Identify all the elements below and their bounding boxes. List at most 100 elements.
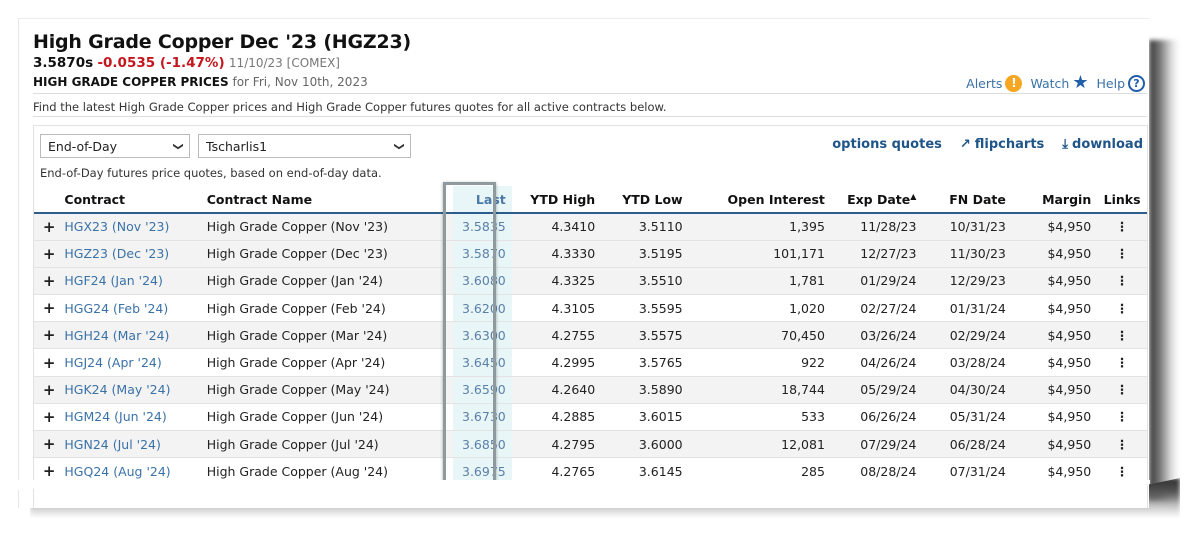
divider xyxy=(33,116,1147,117)
expand-row-icon[interactable]: + xyxy=(34,295,58,322)
column-header-links: Links xyxy=(1097,186,1147,213)
ytd-low-cell: 3.5765 xyxy=(601,349,688,376)
column-header-fn-date[interactable]: FN Date xyxy=(922,186,1011,213)
fn-date-cell: 10/31/23 xyxy=(922,213,1011,240)
contract-link[interactable]: HGK24 (May '24) xyxy=(58,376,200,403)
watch-link[interactable]: Watch ★ xyxy=(1030,74,1088,92)
alerts-link[interactable]: Alerts ! xyxy=(966,75,1022,92)
contract-link[interactable]: HGN24 (Jul '24) xyxy=(58,431,200,458)
table-row: + HGZ23 (Dec '23) High Grade Copper (Dec… xyxy=(34,240,1147,267)
more-options-icon[interactable]: ⋮ xyxy=(1097,295,1147,322)
sort-asc-icon: ▲ xyxy=(910,192,916,201)
options-quotes-label: options quotes xyxy=(832,137,942,152)
exp-date-cell: 02/27/24 xyxy=(831,295,922,322)
exp-date-cell: 01/29/24 xyxy=(831,267,922,294)
page-shadow-right xyxy=(1149,40,1179,500)
watchlist-select[interactable]: Tscharlis1 ❯ xyxy=(198,134,411,158)
open-interest-cell: 70,450 xyxy=(689,322,831,349)
last-price-cell: 3.6080 xyxy=(453,267,512,294)
page-description: Find the latest High Grade Copper prices… xyxy=(33,100,667,114)
contract-link[interactable]: HGZ23 (Dec '23) xyxy=(58,240,200,267)
column-header-ytd-low[interactable]: YTD Low xyxy=(601,186,688,213)
exp-date-label: Exp Date xyxy=(847,192,910,207)
ytd-high-cell: 4.3410 xyxy=(512,213,601,240)
expand-row-icon[interactable]: + xyxy=(34,403,58,430)
margin-cell: $4,950 xyxy=(1012,376,1097,403)
star-icon: ★ xyxy=(1072,74,1088,92)
more-options-icon[interactable]: ⋮ xyxy=(1097,267,1147,294)
help-link[interactable]: Help ? xyxy=(1097,75,1146,92)
more-options-icon[interactable]: ⋮ xyxy=(1097,349,1147,376)
more-options-icon[interactable]: ⋮ xyxy=(1097,403,1147,430)
more-options-icon[interactable]: ⋮ xyxy=(1097,322,1147,349)
prices-heading: HIGH GRADE COPPER PRICES for Fri, Nov 10… xyxy=(33,75,368,89)
contract-link[interactable]: HGM24 (Jun '24) xyxy=(58,403,200,430)
contract-name: High Grade Copper (May '24) xyxy=(201,376,453,403)
more-options-icon[interactable]: ⋮ xyxy=(1097,431,1147,458)
fn-date-cell: 01/31/24 xyxy=(922,295,1011,322)
flipcharts-link[interactable]: ↗flipcharts xyxy=(960,137,1044,152)
ytd-high-cell: 4.2885 xyxy=(512,403,601,430)
more-options-icon[interactable]: ⋮ xyxy=(1097,213,1147,240)
expand-row-icon[interactable]: + xyxy=(34,213,58,240)
table-row: + HGJ24 (Apr '24) High Grade Copper (Apr… xyxy=(34,349,1147,376)
expand-row-icon[interactable]: + xyxy=(34,240,58,267)
expand-row-icon[interactable]: + xyxy=(34,267,58,294)
margin-cell: $4,950 xyxy=(1012,213,1097,240)
last-price-cell: 3.5835 xyxy=(453,213,512,240)
expand-row-icon[interactable]: + xyxy=(34,376,58,403)
more-options-icon[interactable]: ⋮ xyxy=(1097,240,1147,267)
divider xyxy=(33,93,1147,94)
margin-cell: $4,950 xyxy=(1012,322,1097,349)
contract-name: High Grade Copper (Jan '24) xyxy=(201,267,453,294)
fn-date-cell: 02/29/24 xyxy=(922,322,1011,349)
expand-row-icon[interactable]: + xyxy=(34,322,58,349)
quotes-table: Contract Contract Name Last YTD High YTD… xyxy=(34,186,1147,485)
quote-line: 3.5870s -0.0535 (-1.47%) 11/10/23 [COMEX… xyxy=(33,55,340,71)
help-icon: ? xyxy=(1128,75,1145,92)
exp-date-cell: 04/26/24 xyxy=(831,349,922,376)
watchlist-select-value: Tscharlis1 xyxy=(206,139,267,154)
expand-row-icon[interactable]: + xyxy=(34,349,58,376)
view-select[interactable]: End-of-Day ❯ xyxy=(40,134,190,158)
options-quotes-link[interactable]: options quotes xyxy=(832,137,942,152)
flipcharts-label: flipcharts xyxy=(975,137,1045,152)
table-row: + HGF24 (Jan '24) High Grade Copper (Jan… xyxy=(34,267,1147,294)
open-interest-cell: 533 xyxy=(689,403,831,430)
download-link[interactable]: ⤓download xyxy=(1062,137,1143,152)
data-note: End-of-Day futures price quotes, based o… xyxy=(40,166,382,180)
expand-row-icon[interactable]: + xyxy=(34,431,58,458)
last-price-cell: 3.5870 xyxy=(453,240,512,267)
table-row: + HGM24 (Jun '24) High Grade Copper (Jun… xyxy=(34,403,1147,430)
contract-link[interactable]: HGG24 (Feb '24) xyxy=(58,295,200,322)
column-header-contract[interactable]: Contract xyxy=(58,186,200,213)
column-header-contract-name[interactable]: Contract Name xyxy=(201,186,453,213)
column-header-open-interest[interactable]: Open Interest xyxy=(689,186,831,213)
contract-name: High Grade Copper (Apr '24) xyxy=(201,349,453,376)
column-header-exp-date[interactable]: Exp Date▲ xyxy=(831,186,922,213)
ytd-high-cell: 4.2755 xyxy=(512,322,601,349)
last-price-cell: 3.6450 xyxy=(453,349,512,376)
contract-link[interactable]: HGX23 (Nov '23) xyxy=(58,213,200,240)
contract-link[interactable]: HGF24 (Jan '24) xyxy=(58,267,200,294)
ytd-high-cell: 4.2995 xyxy=(512,349,601,376)
column-header-ytd-high[interactable]: YTD High xyxy=(512,186,601,213)
view-select-value: End-of-Day xyxy=(48,139,117,154)
more-options-icon[interactable]: ⋮ xyxy=(1097,376,1147,403)
margin-cell: $4,950 xyxy=(1012,349,1097,376)
prices-label: HIGH GRADE COPPER PRICES xyxy=(33,75,229,89)
column-header-last[interactable]: Last xyxy=(453,186,512,213)
exp-date-cell: 12/27/23 xyxy=(831,240,922,267)
last-price-cell: 3.6850 xyxy=(453,431,512,458)
column-header-margin[interactable]: Margin xyxy=(1012,186,1097,213)
table-actions: options quotes ↗flipcharts ⤓download xyxy=(832,137,1143,152)
fn-date-cell: 05/31/24 xyxy=(922,403,1011,430)
contract-name: High Grade Copper (Jul '24) xyxy=(201,431,453,458)
quotes-panel: End-of-Day ❯ Tscharlis1 ❯ End-of-Day fut… xyxy=(33,125,1148,508)
exp-date-cell: 11/28/23 xyxy=(831,213,922,240)
contract-link[interactable]: HGH24 (Mar '24) xyxy=(58,322,200,349)
download-label: download xyxy=(1072,137,1143,152)
margin-cell: $4,950 xyxy=(1012,403,1097,430)
contract-link[interactable]: HGJ24 (Apr '24) xyxy=(58,349,200,376)
table-row: + HGX23 (Nov '23) High Grade Copper (Nov… xyxy=(34,213,1147,240)
